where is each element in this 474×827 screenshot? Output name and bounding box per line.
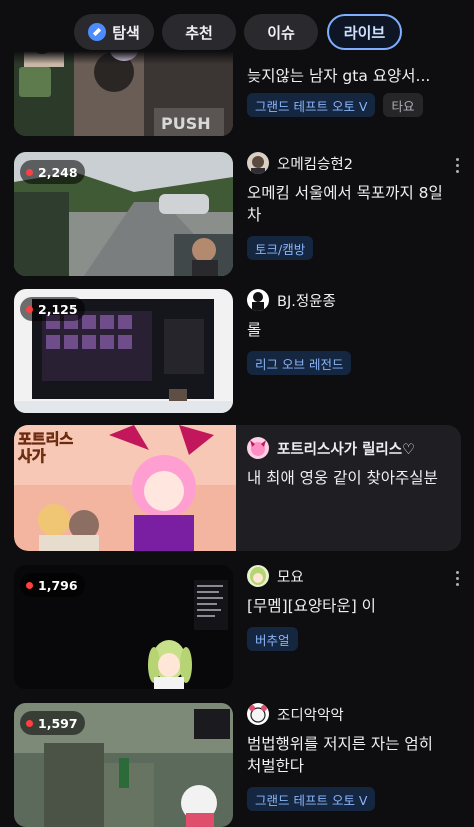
live-dot-icon <box>26 305 33 313</box>
viewer-count: 1,796 <box>38 577 78 593</box>
avatar[interactable] <box>247 289 269 311</box>
stream-card[interactable]: 2,125 BJ.정윤종 롤 리그 오브 레전드 <box>0 287 474 417</box>
viewer-count-badge: 1,597 <box>20 711 85 735</box>
tag-list: 그랜드 테프트 오토 V 타요 <box>247 93 447 117</box>
stream-title[interactable]: 범법행위를 저지른 자는 엄히 처벌한다 <box>247 733 452 777</box>
channel-name[interactable]: 오메킴승현2 <box>277 153 353 174</box>
promo-info: 포트리스사가 릴리스♡ 내 최애 영웅 같이 찾아주실분 <box>247 437 457 489</box>
more-options-icon[interactable] <box>454 158 460 173</box>
promo-thumbnail[interactable]: 포트리스 사가 <box>14 425 236 551</box>
category-tag[interactable]: 버추얼 <box>247 627 298 651</box>
tag-list: 리그 오브 레전드 <box>247 351 447 375</box>
promo-title[interactable]: 내 최애 영웅 같이 찾아주실분 <box>247 467 457 489</box>
channel-row[interactable]: 포트리스사가 릴리스♡ <box>247 437 457 459</box>
stream-info: 오메킴승현2 오메킴 서울에서 목포까지 8일차 토크/캠방 <box>247 152 447 260</box>
channel-name[interactable]: BJ.정윤종 <box>277 290 336 311</box>
viewer-count: 2,125 <box>38 301 78 317</box>
avatar[interactable] <box>247 703 269 725</box>
stream-card[interactable]: 1,597 조디악악악 범법행위를 저지른 자는 엄히 처벌한다 그랜드 테프트… <box>0 701 474 827</box>
stream-thumbnail[interactable]: 1,597 <box>14 703 233 827</box>
viewer-count-badge: 2,125 <box>20 297 85 321</box>
tab-explore[interactable]: 탐색 <box>74 14 154 50</box>
avatar[interactable] <box>247 565 269 587</box>
tab-recommended[interactable]: 추천 <box>162 14 236 50</box>
live-dot-icon <box>26 168 33 176</box>
stream-info: BJ.정윤종 롤 리그 오브 레전드 <box>247 289 447 375</box>
tag-list: 그랜드 테프트 오토 V <box>247 787 447 811</box>
stream-info: 조디악악악 범법행위를 저지른 자는 엄히 처벌한다 그랜드 테프트 오토 V <box>247 703 447 811</box>
stream-thumbnail[interactable]: 2,248 <box>14 152 233 276</box>
compass-icon <box>88 23 107 41</box>
tab-issues[interactable]: 이슈 <box>244 14 318 50</box>
viewer-count: 2,248 <box>38 164 78 180</box>
stream-title[interactable]: 오메킴 서울에서 목포까지 8일차 <box>247 182 452 226</box>
avatar[interactable] <box>247 152 269 174</box>
stream-info: 모요 [무멤][요양타운] 이 버추얼 <box>247 565 447 651</box>
stream-card[interactable]: 1,796 모요 [무멤][요양타운] 이 버추얼 <box>0 563 474 693</box>
tab-label: 추천 <box>185 23 213 42</box>
tab-live[interactable]: 라이브 <box>327 14 402 50</box>
category-tag[interactable]: 그랜드 테프트 오토 V <box>247 93 376 117</box>
viewer-count-badge: 2,248 <box>20 160 85 184</box>
live-dot-icon <box>26 581 33 589</box>
channel-row[interactable]: 조디악악악 <box>247 703 447 725</box>
tab-label: 이슈 <box>267 23 295 42</box>
channel-name[interactable]: 포트리스사가 릴리스♡ <box>277 438 415 459</box>
category-tag[interactable]: 타요 <box>383 93 423 117</box>
stream-thumbnail[interactable]: 2,125 <box>14 289 233 413</box>
tab-label: 탐색 <box>112 23 140 42</box>
stream-title[interactable]: 늦지않는 남자 gta 요양서... <box>247 65 452 87</box>
channel-name[interactable]: 조디악악악 <box>277 704 344 725</box>
channel-name[interactable]: 모요 <box>277 566 304 587</box>
promoted-stream-card[interactable]: 포트리스 사가 포트리스사가 릴리스♡ 내 최애 영웅 같이 찾아주실분 <box>14 425 461 551</box>
category-tabs: 탐색 추천 이슈 라이브 <box>0 0 474 64</box>
channel-row[interactable]: BJ.정윤종 <box>247 289 447 311</box>
category-tag[interactable]: 그랜드 테프트 오토 V <box>247 787 376 811</box>
live-feed[interactable]: PUSH 늦지않는 남자 gta 요양서... 그랜드 테프트 오토 V 타요 <box>0 0 474 827</box>
category-tag[interactable]: 리그 오브 레전드 <box>247 351 352 375</box>
stream-title[interactable]: 롤 <box>247 319 452 341</box>
promo-logo: 포트리스 사가 <box>18 430 74 465</box>
category-tag[interactable]: 토크/캠방 <box>247 236 314 260</box>
stream-card[interactable]: 2,248 오메킴승현2 오메킴 서울에서 목포까지 8일차 토크/캠방 <box>0 150 474 280</box>
svg-text:PUSH: PUSH <box>161 114 211 133</box>
stream-thumbnail[interactable]: 1,796 <box>14 565 233 689</box>
viewer-count-badge: 1,796 <box>20 573 85 597</box>
avatar[interactable] <box>247 437 269 459</box>
more-options-icon[interactable] <box>454 571 460 586</box>
live-dot-icon <box>26 719 33 727</box>
tag-list: 토크/캠방 <box>247 236 447 260</box>
tab-label: 라이브 <box>343 23 386 42</box>
channel-row[interactable]: 오메킴승현2 <box>247 152 447 174</box>
channel-row[interactable]: 모요 <box>247 565 447 587</box>
stream-info: 늦지않는 남자 gta 요양서... 그랜드 테프트 오토 V 타요 <box>247 65 447 117</box>
viewer-count: 1,597 <box>38 715 78 731</box>
stream-title[interactable]: [무멤][요양타운] 이 <box>247 595 452 617</box>
tag-list: 버추얼 <box>247 627 447 651</box>
